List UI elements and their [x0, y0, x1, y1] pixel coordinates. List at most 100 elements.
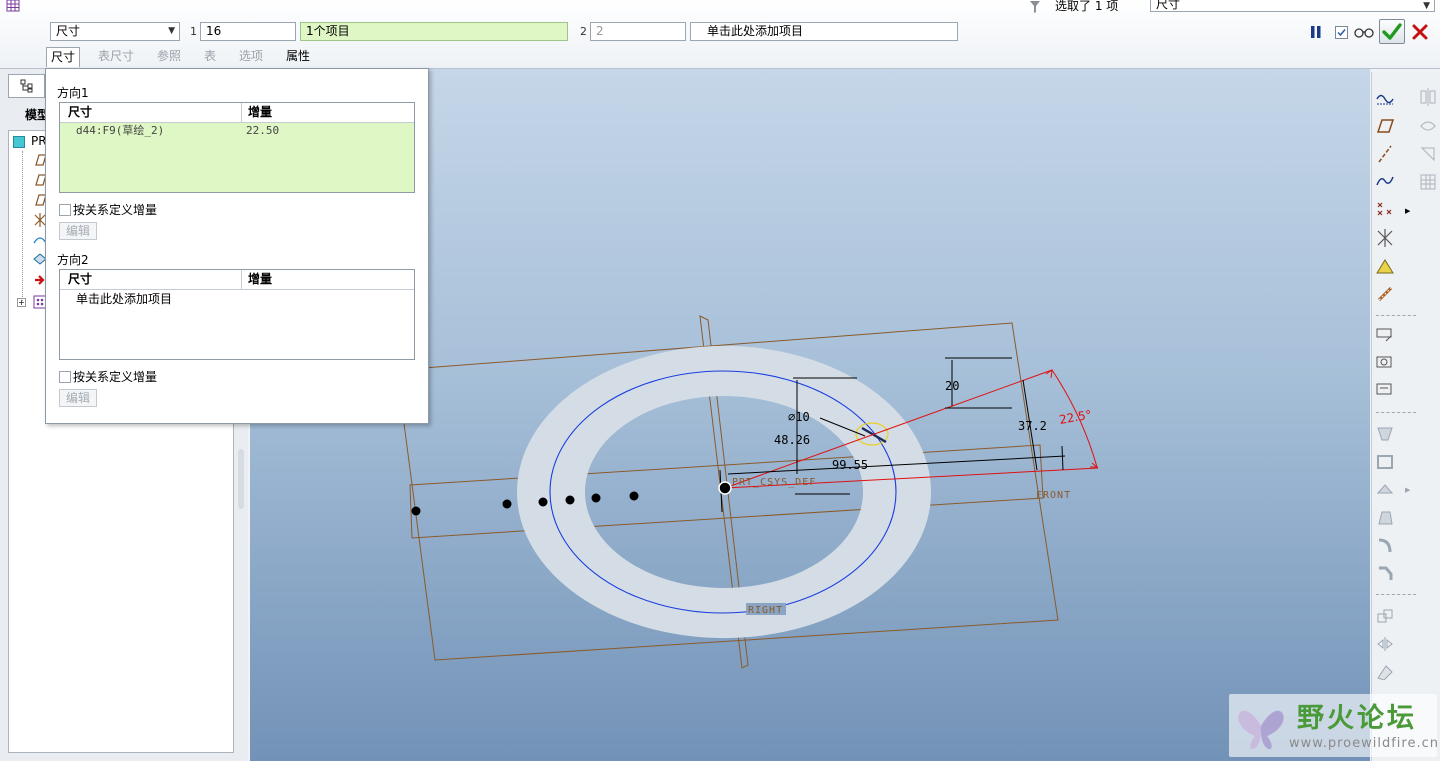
datum-curve-icon[interactable] — [1374, 170, 1396, 192]
checkbox-icon[interactable] — [59, 370, 71, 383]
direction2-table-header: 尺寸 增量 — [60, 270, 414, 290]
datum-toolbar: ▶ ▶ — [1371, 72, 1440, 761]
chevron-down-icon: ▼ — [1423, 1, 1430, 11]
round-icon[interactable] — [1374, 535, 1396, 557]
selection-status: 选取了 1 项 — [1055, 0, 1119, 13]
dim-48-text[interactable]: 48.26 — [774, 433, 810, 447]
direction2-count-input[interactable]: 2 — [590, 22, 686, 41]
dim-20-text[interactable]: 20 — [945, 379, 959, 393]
column-increment: 增量 — [248, 272, 273, 286]
direction1-items-collector[interactable]: 1个项目 — [300, 22, 568, 41]
shell-icon[interactable] — [1374, 451, 1396, 473]
row-increment[interactable]: 22.50 — [242, 123, 279, 139]
direction2-add-item[interactable]: 单击此处添加项目 — [60, 290, 414, 308]
model-tree-tab[interactable] — [8, 74, 45, 98]
checkbox-icon[interactable] — [1333, 23, 1349, 41]
datum-plane-icon[interactable] — [1374, 352, 1396, 374]
direction1-count-input[interactable]: 16 — [200, 22, 296, 41]
direction1-relation-checkbox[interactable]: 按关系定义增量 — [59, 201, 157, 218]
pattern-type-value: 尺寸 — [56, 24, 81, 38]
direction1-number: 1 — [190, 25, 197, 38]
intersect-icon[interactable] — [1418, 144, 1438, 164]
forum-watermark: 野火论坛 www.proewildfire.cn — [1229, 694, 1439, 757]
checkbox-icon[interactable] — [59, 203, 71, 216]
csys-icon[interactable] — [1374, 227, 1396, 249]
datum-display-icon[interactable] — [1374, 88, 1396, 110]
dimensions-panel: 方向1 尺寸 增量 d44:F9(草绘_2) 22.50 按关系定义增量 编辑 … — [45, 68, 429, 424]
chamfer-icon[interactable] — [1374, 563, 1396, 585]
tab-table[interactable]: 表 — [200, 47, 220, 67]
tab-table-dimensions[interactable]: 表尺寸 — [94, 47, 138, 67]
toolbar-separator — [1376, 594, 1416, 595]
row-dimension: d44:F9(草绘_2) — [76, 124, 165, 137]
direction2-number: 2 — [580, 25, 587, 38]
table-icon[interactable] — [4, 0, 22, 12]
draft-icon[interactable] — [1374, 507, 1396, 529]
close-icon[interactable] — [1409, 21, 1431, 43]
direction1-table-body: d44:F9(草绘_2) 22.50 — [60, 123, 414, 192]
link-icon[interactable] — [1374, 283, 1396, 305]
dim-37-text[interactable]: 37.2 — [1018, 419, 1047, 433]
direction2-relation-checkbox[interactable]: 按关系定义增量 — [59, 368, 157, 385]
csys-origin[interactable] — [718, 481, 732, 495]
tab-references[interactable]: 参照 — [153, 47, 185, 67]
pause-icon[interactable] — [1307, 22, 1325, 42]
pattern-dashboard: 尺寸 ▼ 1 16 1个项目 2 2 单击此处添加项目 选取了 1 项 尺寸 ▼… — [0, 0, 1440, 69]
front-plane-label: FRONT — [1036, 490, 1071, 501]
right-plane-label: RIGHT — [748, 605, 783, 616]
table-row[interactable]: d44:F9(草绘_2) 22.50 — [60, 123, 414, 139]
mirror-icon[interactable] — [1374, 633, 1396, 655]
pattern-icon[interactable] — [1374, 605, 1396, 627]
toolbar-separator — [1376, 315, 1416, 316]
expand-icon[interactable]: + — [17, 298, 26, 307]
butterfly-logo-icon — [1238, 710, 1284, 750]
grid-icon[interactable] — [1418, 172, 1438, 192]
column-increment: 增量 — [248, 105, 273, 119]
flyout-arrow-icon[interactable]: ▶ — [1405, 207, 1410, 215]
selection-filter-select[interactable]: 尺寸 ▼ — [1150, 0, 1435, 12]
watermark-brand: 野火论坛 — [1297, 703, 1417, 734]
analysis-icon[interactable] — [1374, 255, 1396, 277]
rib-icon[interactable] — [1374, 478, 1396, 500]
model-tree-icon — [20, 79, 32, 93]
direction2-table[interactable]: 尺寸 增量 单击此处添加项目 — [59, 269, 415, 360]
tree-guide — [22, 151, 23, 301]
flyout-arrow-icon[interactable]: ▶ — [1405, 486, 1410, 494]
direction1-edit-button[interactable]: 编辑 — [59, 222, 97, 240]
filter-icon — [1028, 0, 1042, 13]
checkbox-label: 按关系定义增量 — [73, 203, 158, 217]
tab-options[interactable]: 选项 — [235, 47, 267, 67]
dim-angle-text[interactable]: 22.5° — [1058, 407, 1093, 426]
datum-plane-icon[interactable] — [1374, 115, 1396, 137]
direction1-table-header: 尺寸 增量 — [60, 103, 414, 123]
toolbar-separator — [1376, 412, 1416, 413]
sketch-tool-icon[interactable] — [1374, 324, 1396, 346]
pattern-type-select[interactable]: 尺寸 ▼ — [50, 22, 180, 41]
column-dimension: 尺寸 — [60, 270, 242, 289]
dim-diameter-text[interactable]: ⌀10 — [788, 410, 810, 424]
chevron-down-icon: ▼ — [168, 26, 175, 36]
direction2-title: 方向2 — [57, 253, 89, 267]
direction1-title: 方向1 — [57, 86, 89, 100]
datum-axis-icon[interactable] — [1374, 143, 1396, 165]
direction1-table[interactable]: 尺寸 增量 d44:F9(草绘_2) 22.50 — [59, 102, 415, 193]
part-icon — [13, 136, 25, 148]
datum-point-icon[interactable] — [1374, 198, 1396, 220]
pane-splitter[interactable] — [238, 449, 244, 509]
tab-dimensions[interactable]: 尺寸 — [46, 47, 81, 67]
checkmark-icon[interactable] — [1379, 19, 1405, 44]
checkbox-label: 按关系定义增量 — [73, 370, 158, 384]
selection-filter-value: 尺寸 — [1156, 0, 1181, 11]
column-dimension: 尺寸 — [60, 103, 242, 122]
trim-icon[interactable] — [1374, 661, 1396, 683]
merge-icon[interactable] — [1418, 116, 1438, 136]
glasses-icon[interactable] — [1353, 22, 1375, 42]
dim-99-text[interactable]: 99.55 — [832, 458, 868, 472]
hole-icon[interactable] — [1374, 423, 1396, 445]
direction2-items-collector[interactable]: 单击此处添加项目 — [690, 22, 958, 41]
mirror-tool-icon[interactable] — [1418, 87, 1438, 107]
datum-plane-icon[interactable] — [1374, 379, 1396, 401]
direction2-edit-button[interactable]: 编辑 — [59, 389, 97, 407]
tab-properties[interactable]: 属性 — [282, 47, 314, 67]
watermark-url: www.proewildfire.cn — [1289, 736, 1439, 751]
